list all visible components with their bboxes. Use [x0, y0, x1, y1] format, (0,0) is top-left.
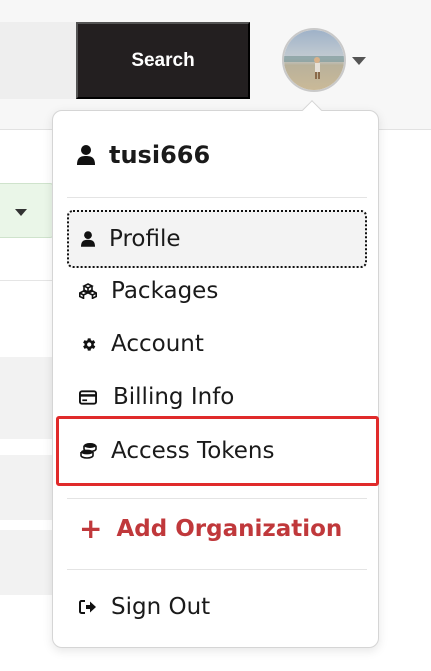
search-input[interactable] [0, 22, 78, 99]
menu-item-label: Billing Info [113, 384, 235, 410]
divider [0, 280, 60, 281]
menu-item-access-tokens[interactable]: Access Tokens [67, 425, 367, 477]
menu-item-packages[interactable]: Packages [67, 265, 367, 317]
list-item [0, 530, 60, 595]
user-icon [77, 145, 95, 165]
gear-icon [79, 335, 97, 353]
divider [67, 498, 367, 499]
menu-item-label: Packages [111, 278, 219, 304]
list-item [0, 357, 60, 439]
menu-item-label: Profile [109, 226, 181, 252]
add-organization-label: Add Organization [116, 516, 343, 542]
menu-item-billing-info[interactable]: Billing Info [67, 371, 367, 423]
list-item [0, 455, 60, 520]
plus-icon: + [79, 512, 103, 545]
avatar[interactable] [282, 28, 346, 92]
divider [67, 197, 367, 198]
user-menu-dropdown: tusi666 Profile Packages Account Billing… [52, 100, 379, 648]
menu-item-account[interactable]: Account [67, 318, 367, 370]
menu-item-label: Account [111, 331, 204, 357]
username: tusi666 [109, 141, 211, 169]
menu-item-label: Access Tokens [111, 438, 275, 464]
filter-select[interactable] [0, 183, 54, 238]
user-header: tusi666 [77, 137, 210, 173]
sign-out-button[interactable]: Sign Out [67, 581, 367, 633]
chevron-down-icon [15, 209, 27, 216]
cubes-icon [79, 282, 97, 300]
credit-card-icon [79, 388, 97, 406]
menu-item-profile[interactable]: Profile [67, 210, 367, 268]
menu-item-label: Sign Out [111, 594, 211, 620]
coins-icon [79, 442, 97, 460]
user-icon [79, 230, 97, 248]
sign-out-icon [79, 598, 97, 616]
divider [67, 569, 367, 570]
add-organization-button[interactable]: + Add Organization [67, 503, 367, 555]
chevron-down-icon[interactable] [352, 57, 366, 65]
search-button[interactable]: Search [76, 22, 250, 99]
